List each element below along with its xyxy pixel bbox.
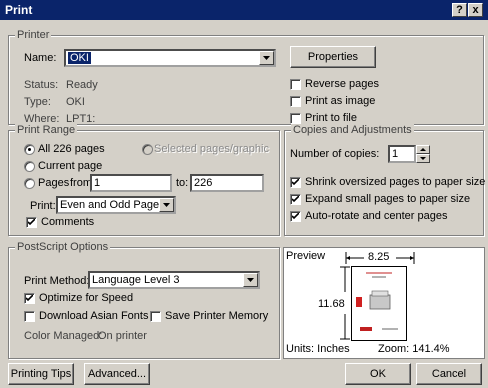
status-value: Ready [66, 79, 98, 91]
copies-label: Number of copies: [290, 148, 380, 160]
optimize-label[interactable]: Optimize for Speed [39, 292, 133, 304]
zoom-label: Zoom: 141.4% [378, 343, 450, 355]
print-dialog: Print ? x Printer Name: OKI Properties S… [0, 0, 488, 388]
color-managed-label: Color Managed: [24, 330, 103, 342]
ok-button[interactable]: OK [345, 363, 411, 385]
comments-label[interactable]: Comments [41, 216, 94, 228]
pages-radio[interactable] [24, 178, 35, 189]
autorotate-label[interactable]: Auto-rotate and center pages [305, 210, 447, 222]
selected-pages-radio[interactable] [142, 144, 153, 155]
reverse-pages-checkbox[interactable] [290, 79, 301, 90]
save-memory-label[interactable]: Save Printer Memory [165, 310, 268, 322]
units-label: Units: Inches [286, 343, 350, 355]
color-managed-value: On printer [98, 330, 147, 342]
expand-label[interactable]: Expand small pages to paper size [305, 193, 470, 205]
reverse-pages-label[interactable]: Reverse pages [305, 78, 379, 90]
type-value: OKI [66, 96, 85, 108]
download-fonts-label[interactable]: Download Asian Fonts [39, 310, 148, 322]
download-fonts-checkbox[interactable] [24, 311, 35, 322]
title-bar: Print ? x [0, 0, 488, 20]
chevron-down-icon[interactable] [243, 273, 258, 287]
expand-checkbox[interactable] [290, 194, 301, 205]
all-pages-label[interactable]: All 226 pages [38, 143, 105, 155]
current-page-label[interactable]: Current page [38, 160, 102, 172]
selected-pages-label: Selected pages/graphic [154, 143, 269, 155]
page-thumbnail [351, 266, 407, 341]
printer-legend: Printer [15, 29, 52, 41]
postscript-legend: PostScript Options [15, 241, 111, 253]
print-method-select[interactable]: Language Level 3 [88, 271, 260, 289]
print-to-file-label[interactable]: Print to file [305, 112, 357, 124]
close-button[interactable]: x [468, 3, 483, 17]
printing-tips-button[interactable]: Printing Tips [8, 363, 74, 385]
advanced-button[interactable]: Advanced... [84, 363, 150, 385]
all-pages-radio[interactable] [24, 144, 35, 155]
save-memory-checkbox[interactable] [150, 311, 161, 322]
print-subset-value: Even and Odd Pages [60, 199, 165, 211]
print-method-value: Language Level 3 [92, 274, 180, 286]
printer-name-value: OKI [68, 52, 91, 64]
status-label: Status: [24, 79, 59, 91]
preview-panel: Preview 8.25 11.68 Units: Inches Zoom: 1… [283, 247, 485, 359]
from-input[interactable]: 1 [90, 174, 172, 192]
printer-name-select[interactable]: OKI [64, 49, 276, 67]
from-value: 1 [94, 177, 101, 189]
copies-value: 1 [392, 148, 399, 160]
print-subset-label: Print: [30, 200, 56, 212]
chevron-down-icon[interactable] [259, 51, 274, 65]
print-as-image-label[interactable]: Print as image [305, 95, 375, 107]
comments-checkbox[interactable] [26, 217, 37, 228]
cancel-button[interactable]: Cancel [416, 363, 482, 385]
pages-label[interactable]: Pages [38, 177, 69, 189]
help-button[interactable]: ? [452, 3, 467, 17]
print-subset-select[interactable]: Even and Odd Pages [56, 196, 176, 214]
to-input[interactable]: 226 [190, 174, 264, 192]
preview-label: Preview [286, 250, 326, 262]
shrink-checkbox[interactable] [290, 177, 301, 188]
properties-button[interactable]: Properties [290, 46, 376, 68]
width-dimension-label: 8.25 [368, 251, 390, 263]
autorotate-checkbox[interactable] [290, 211, 301, 222]
spin-down-icon[interactable] [416, 154, 430, 163]
printer-image-icon [356, 272, 398, 331]
copies-stepper[interactable] [416, 145, 430, 163]
print-to-file-checkbox[interactable] [290, 113, 301, 124]
print-as-image-checkbox[interactable] [290, 96, 301, 107]
type-label: Type: [24, 96, 51, 108]
spin-up-icon[interactable] [416, 145, 430, 154]
height-dimension-label: 11.68 [318, 298, 345, 310]
print-method-label: Print Method: [24, 275, 90, 287]
to-value: 226 [194, 177, 213, 189]
current-page-radio[interactable] [24, 161, 35, 172]
optimize-checkbox[interactable] [24, 293, 35, 304]
print-range-legend: Print Range [15, 124, 78, 136]
printer-name-label: Name: [24, 52, 57, 64]
to-label: to: [176, 177, 189, 189]
copies-input[interactable]: 1 [388, 145, 416, 163]
copies-legend: Copies and Adjustments [291, 124, 414, 136]
window-title: Print [5, 3, 33, 17]
shrink-label[interactable]: Shrink oversized pages to paper size [305, 176, 485, 188]
chevron-down-icon[interactable] [159, 198, 174, 212]
